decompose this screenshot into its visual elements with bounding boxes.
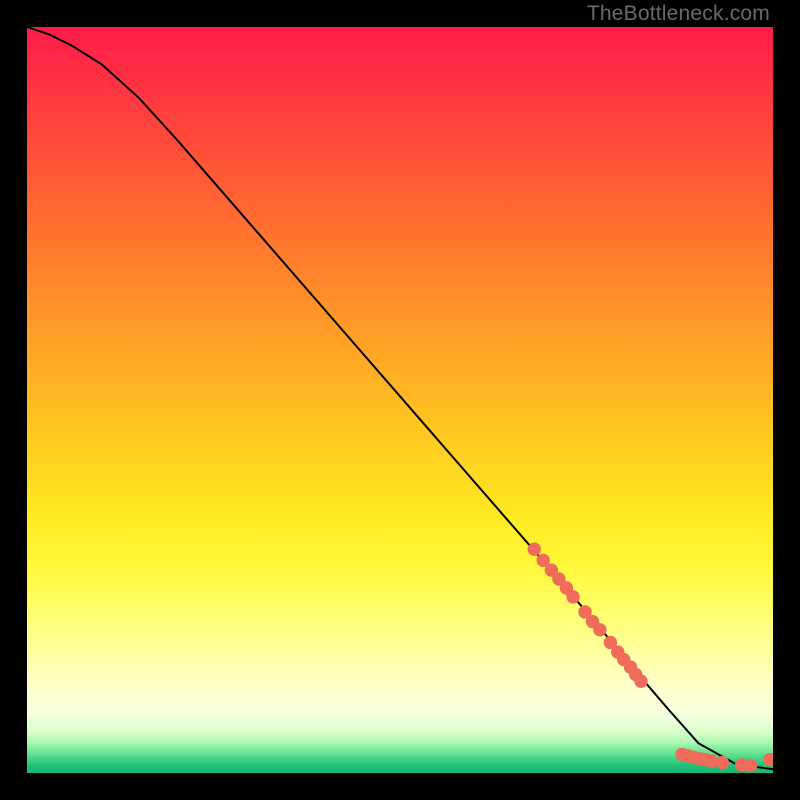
marker-dot <box>566 590 579 603</box>
marker-dots-layer <box>528 543 773 773</box>
marker-dot <box>593 623 606 636</box>
marker-dot <box>716 756 729 769</box>
plot-area <box>27 27 773 773</box>
main-curve <box>27 27 773 769</box>
marker-dot <box>744 759 757 772</box>
marker-dot <box>634 675 647 688</box>
watermark-text: TheBottleneck.com <box>587 2 770 26</box>
outer-frame: TheBottleneck.com <box>0 0 800 800</box>
curve-layer <box>27 27 773 769</box>
chart-svg <box>27 27 773 773</box>
marker-dot <box>528 543 541 556</box>
marker-dot <box>763 753 773 766</box>
